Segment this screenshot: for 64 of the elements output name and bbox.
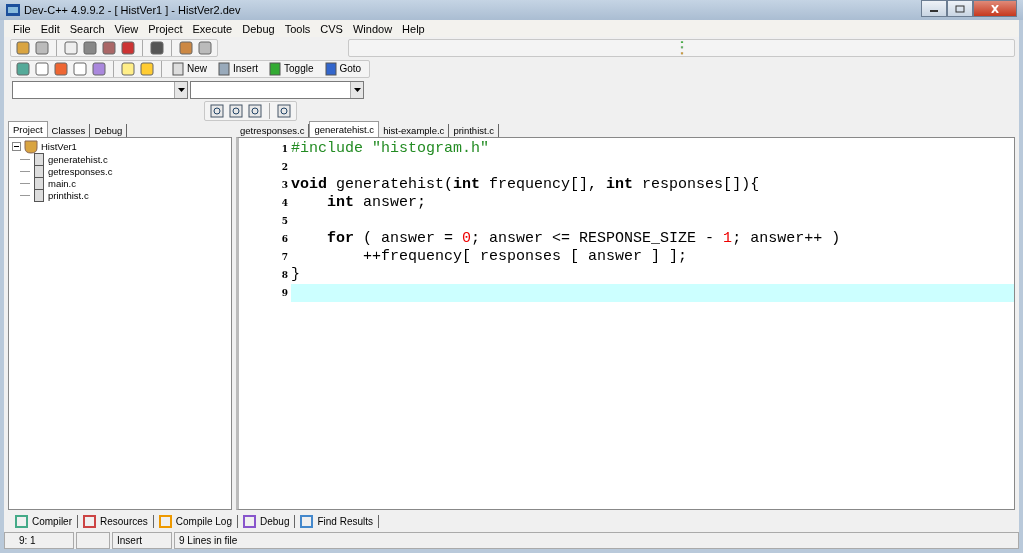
dropdown-field[interactable] (190, 81, 364, 99)
line-number: 8 (280, 270, 289, 280)
minimize-button[interactable] (921, 0, 947, 17)
panel-tab[interactable]: Project (8, 121, 48, 137)
line-number: 9 (280, 288, 289, 298)
menu-item[interactable]: Help (397, 22, 430, 35)
line-number: 3 (280, 180, 289, 190)
menu-item[interactable]: Debug (237, 22, 280, 35)
line-number: 6 (280, 234, 289, 244)
code-line: for ( answer = 0; answer <= RESPONSE_SIZE - 1; answer++ ) (326, 230, 842, 248)
menu-item[interactable]: CVS (315, 22, 348, 35)
status-panel (76, 532, 110, 549)
maximize-icon (955, 4, 965, 13)
tree-item[interactable]: main.c (48, 177, 76, 189)
line-number: 4 (280, 198, 289, 208)
code-line: void generatehist(int frequency[], int responses[]){ (291, 176, 761, 194)
toolbar-button[interactable]: Toggle (265, 61, 318, 76)
toolbar-button[interactable]: Goto (320, 61, 366, 76)
close-icon (990, 4, 1000, 13)
close-button[interactable] (973, 0, 1017, 17)
file-tab[interactable]: generatehist.c (309, 121, 380, 137)
file-icon (34, 188, 44, 202)
tree-item[interactable]: getresponses.c (48, 165, 113, 177)
menu-item[interactable]: View (109, 22, 144, 35)
menu-item[interactable]: Search (64, 22, 110, 35)
code-line: int answer; (326, 194, 428, 212)
menu-item[interactable]: Edit (35, 22, 65, 35)
line-number: 2 (280, 162, 289, 172)
window-title: Dev-C++ 4.9.9.2 - [ HistVer1 ] - HistVer2.dev (24, 4, 241, 16)
collapse-icon[interactable] (12, 142, 21, 151)
edit-mode: Insert (112, 532, 172, 549)
toolbar-button[interactable]: Insert (214, 61, 263, 76)
menu-item[interactable]: Execute (187, 22, 238, 35)
tree-item[interactable]: HistVer1 (41, 141, 77, 152)
project-icon (24, 139, 38, 154)
tree-item[interactable]: generatehist.c (48, 153, 108, 165)
menu-item[interactable]: File (8, 22, 36, 35)
dropdown-icon (350, 82, 363, 98)
file-icon (34, 164, 44, 178)
tree-item[interactable]: printhist.c (48, 189, 89, 201)
dropdown-field[interactable] (12, 81, 188, 99)
code-line: } (291, 266, 301, 284)
cursor-position: 9: 1 (4, 532, 74, 549)
output-tab[interactable]: Compile Log (153, 514, 238, 528)
line-number: 1 (280, 144, 289, 154)
file-icon (34, 152, 44, 166)
line-number: 5 (280, 216, 289, 226)
dropdown-icon (174, 82, 187, 98)
file-icon (34, 176, 44, 190)
toolbar-button[interactable]: New (168, 61, 211, 76)
app-icon (6, 4, 20, 16)
menu-item[interactable]: Project (143, 22, 188, 35)
maximize-button[interactable] (947, 0, 973, 17)
line-count: 9 Lines in file (174, 532, 1019, 549)
code-editor[interactable] (236, 137, 1015, 510)
output-tab[interactable]: Resources (78, 514, 154, 528)
output-tab[interactable]: Find Results (295, 514, 380, 528)
output-tab[interactable]: Compiler (10, 514, 78, 528)
code-line: #include "histogram.h" (291, 140, 491, 158)
code-line: ++frequency[ responses [ answer ] ]; (362, 248, 689, 266)
output-tab[interactable]: Debug (238, 514, 296, 528)
menu-item[interactable]: Tools (279, 22, 316, 35)
menu-item[interactable]: Window (347, 22, 398, 35)
line-number: 7 (280, 252, 289, 262)
